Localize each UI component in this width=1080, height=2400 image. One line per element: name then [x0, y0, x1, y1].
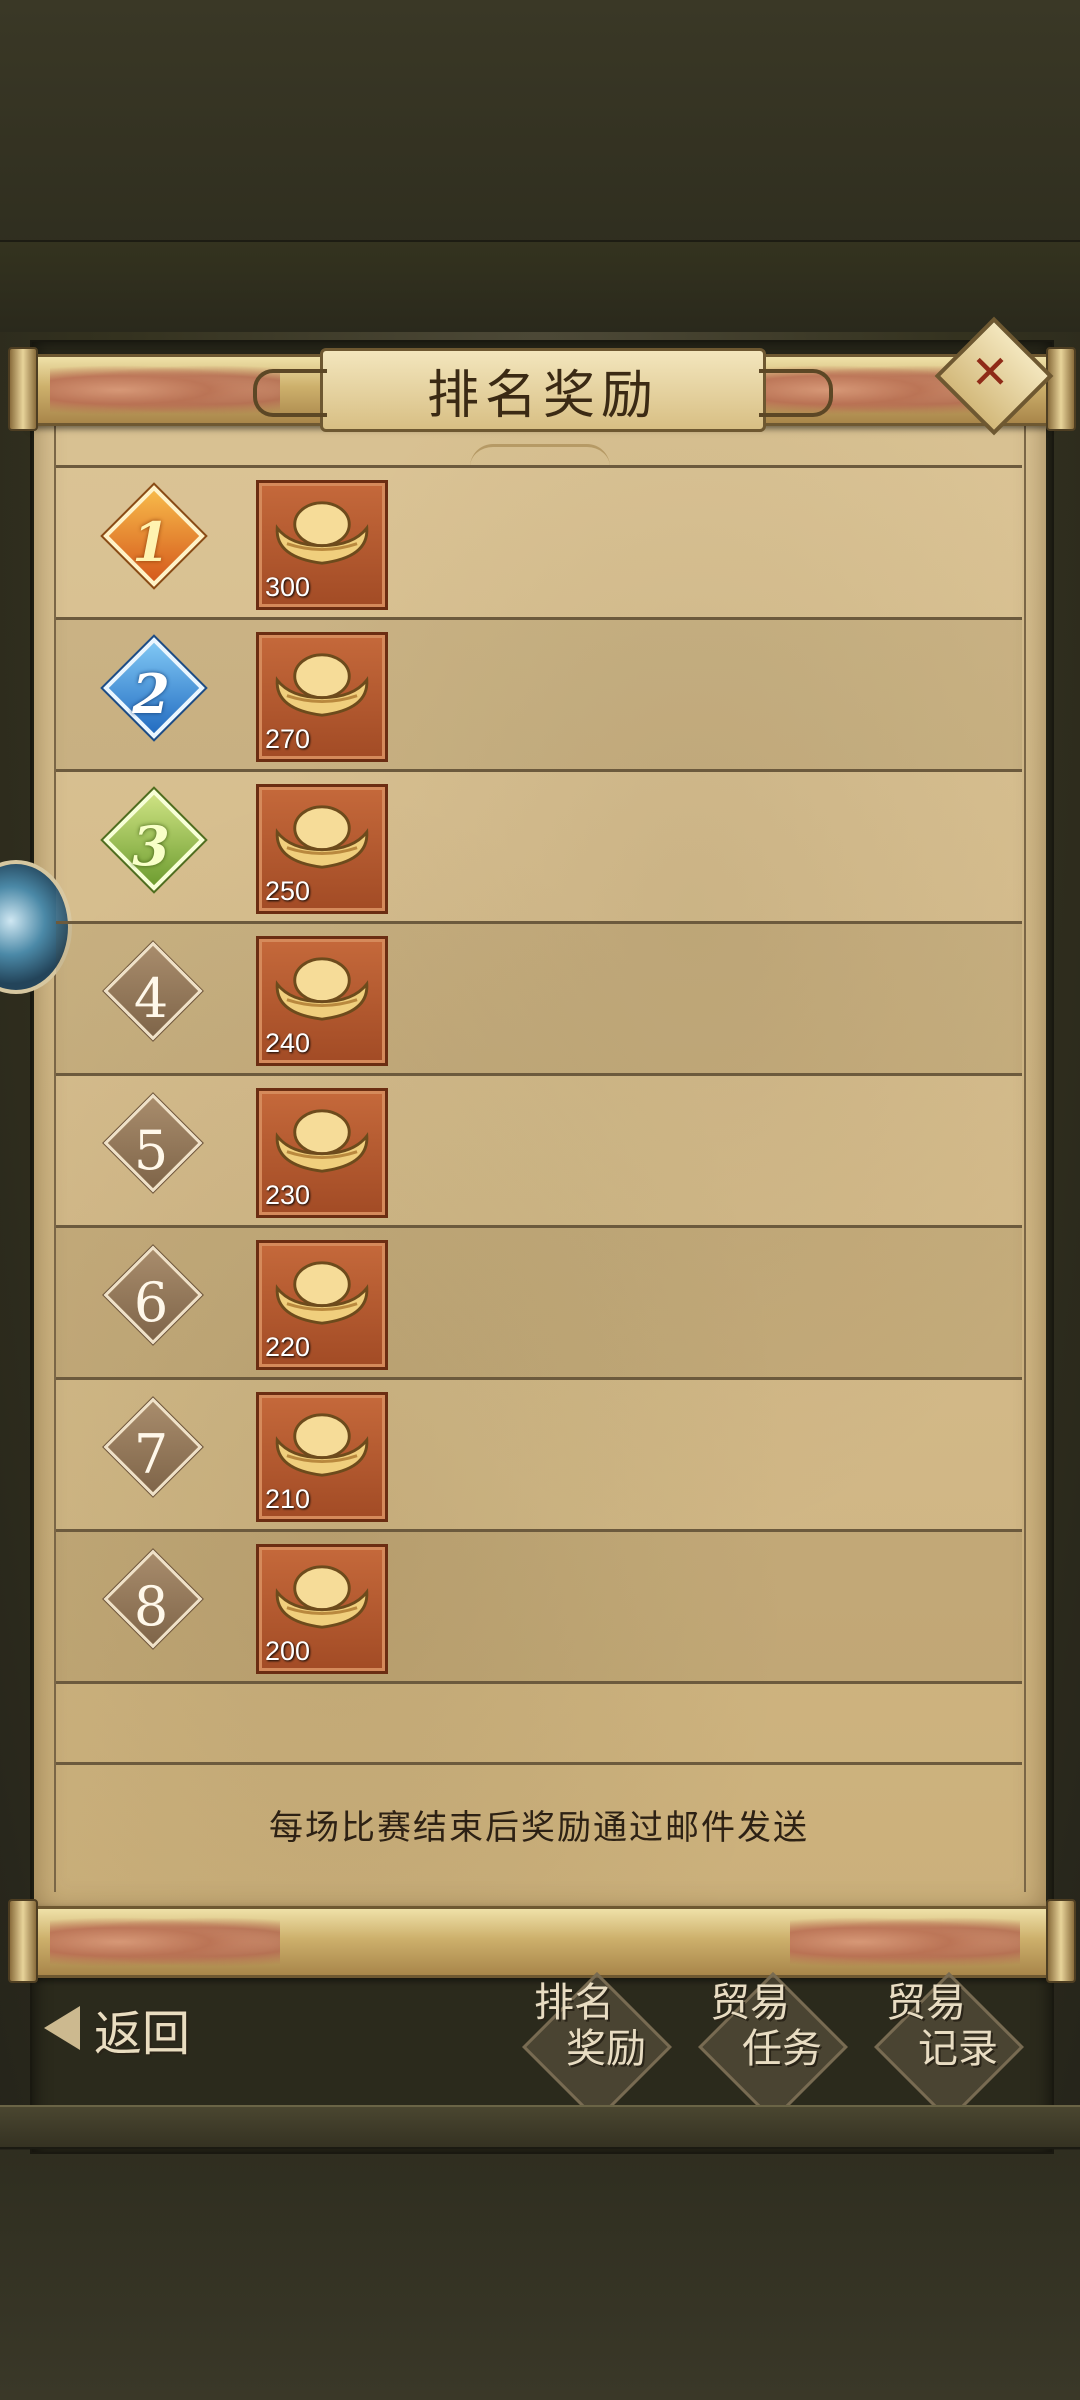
gold-ingot-icon [275, 1565, 369, 1629]
reward-row-5: 5 230 [56, 1076, 1022, 1228]
reward-delivery-note: 每场比赛结束后奖励通过邮件发送 [269, 1808, 809, 1848]
rank-number: 6 [133, 1270, 169, 1334]
back-arrow-icon [44, 2006, 80, 2050]
gold-ingot-item[interactable]: 210 [256, 1392, 388, 1522]
bottom-background [0, 2150, 1080, 2400]
gold-ingot-item[interactable]: 250 [256, 784, 388, 914]
reward-row-7: 7 210 [56, 1380, 1022, 1532]
rank-number: 2 [132, 662, 170, 726]
gold-ingot-item[interactable]: 300 [256, 480, 388, 610]
bottom-rail [0, 2105, 1080, 2149]
gold-ingot-icon [275, 1109, 369, 1173]
reward-row-4: 4 240 [56, 924, 1022, 1076]
item-quantity: 210 [265, 1484, 311, 1514]
rod-cap-right [1046, 1899, 1076, 1983]
rank-number: 1 [132, 510, 170, 574]
reward-row-2: 2 270 [56, 620, 1022, 772]
cloud-pattern-icon [50, 1917, 280, 1967]
header-ornament [470, 444, 610, 467]
top-background [0, 0, 1080, 332]
tab-label-line2: 奖励 [566, 2026, 646, 2072]
rank-number: 7 [133, 1422, 169, 1486]
rod-cap-right [1046, 347, 1076, 431]
gold-ingot-icon [275, 805, 369, 869]
item-quantity: 200 [265, 1636, 311, 1666]
rod-cap-left [8, 347, 38, 431]
title-plaque: 排名奖励 [253, 348, 833, 432]
item-quantity: 300 [265, 572, 311, 602]
divider-line [56, 1762, 1022, 1765]
rank-number: 3 [132, 814, 170, 878]
back-label: 返回 [94, 2006, 191, 2062]
gold-ingot-item[interactable]: 270 [256, 632, 388, 762]
close-icon[interactable]: ✕ [952, 334, 1028, 410]
gold-ingot-item[interactable]: 220 [256, 1240, 388, 1370]
gold-ingot-icon [275, 501, 369, 565]
item-quantity: 250 [265, 876, 311, 906]
cloud-pattern-icon [50, 365, 280, 415]
tab-rank-rewards[interactable]: 排名 奖励 [522, 1972, 672, 2122]
bottom-scroll-rod [30, 1906, 1050, 1978]
bottom-nav: 返回 排名 奖励 贸易 任务 贸易 记录 [34, 1970, 1046, 2122]
gold-ingot-icon [275, 653, 369, 717]
reward-row-3: 3 250 [56, 772, 1022, 924]
cloud-pattern-icon [790, 1917, 1020, 1967]
reward-list: 1 300 2 270 3 250 4 240 5 230 6 220 7 21… [56, 465, 1022, 1684]
item-quantity: 220 [265, 1332, 311, 1362]
reward-row-8: 8 200 [56, 1532, 1022, 1684]
gold-ingot-item[interactable]: 240 [256, 936, 388, 1066]
tab-trade-records[interactable]: 贸易 记录 [874, 1972, 1024, 2122]
rank-number: 8 [133, 1574, 169, 1638]
tab-label-line2: 记录 [918, 2026, 998, 2072]
item-quantity: 240 [265, 1028, 311, 1058]
reward-row-1: 1 300 [56, 465, 1022, 620]
gold-ingot-icon [275, 1261, 369, 1325]
tab-trade-tasks[interactable]: 贸易 任务 [698, 1972, 848, 2122]
reward-row-6: 6 220 [56, 1228, 1022, 1380]
back-button[interactable]: 返回 [44, 1992, 224, 2062]
gold-ingot-item[interactable]: 200 [256, 1544, 388, 1674]
rank-number: 4 [133, 966, 169, 1030]
gold-ingot-icon [275, 1413, 369, 1477]
item-quantity: 230 [265, 1180, 311, 1210]
tab-label-line2: 任务 [742, 2026, 822, 2072]
page-title: 排名奖励 [426, 365, 659, 426]
rank-number: 5 [133, 1118, 169, 1182]
item-quantity: 270 [265, 724, 311, 754]
gold-ingot-item[interactable]: 230 [256, 1088, 388, 1218]
gold-ingot-icon [275, 957, 369, 1021]
